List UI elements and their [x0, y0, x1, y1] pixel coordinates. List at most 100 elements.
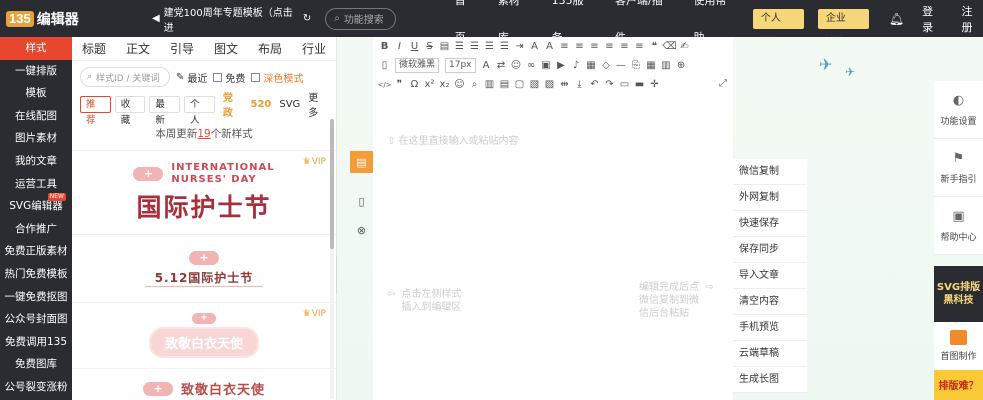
first-image-button[interactable]: 首图制作 [934, 322, 983, 370]
weekly-count[interactable]: 19 [197, 128, 210, 140]
layout-help-banner[interactable]: 排版难？ [934, 370, 983, 400]
text-direction-icon[interactable]: ⇄ [494, 60, 509, 71]
link-icon[interactable]: ∞ [524, 60, 539, 71]
tab-layout[interactable]: 布局 [248, 40, 292, 57]
filter-svg[interactable]: SVG [279, 99, 300, 110]
html-icon[interactable]: </> [377, 81, 392, 89]
layers-icon[interactable]: ▧ [527, 79, 542, 90]
tab-image-text[interactable]: 图文 [204, 40, 248, 57]
personal-vip-button[interactable]: 个人VIP [752, 8, 804, 44]
refresh-icon[interactable]: ↻ [303, 13, 311, 24]
quote-mark-icon[interactable]: ❞ [392, 79, 407, 90]
function-search[interactable]: ⌕ 功能搜索 [325, 7, 396, 30]
letter-spacing-icon[interactable]: ≡ [632, 41, 647, 52]
paragraph-icon[interactable]: ≡ [572, 41, 587, 52]
move-icon[interactable]: ✛ [647, 79, 662, 90]
sidebar-item-templates[interactable]: 模板 [0, 82, 72, 105]
style-card[interactable]: ♛ VIP + INTERNATIONAL NURSES' DAY 国际护士节 [72, 151, 336, 235]
sidebar-item-hot-templates[interactable]: 热门免费模板 [0, 263, 72, 286]
emoticon-icon[interactable]: ☺ [452, 79, 467, 90]
zoom-icon[interactable]: ⊕ [674, 60, 689, 71]
search-replace-icon[interactable]: ⌕ [467, 79, 482, 90]
dark-mode-checkbox[interactable]: 深色模式 [251, 70, 303, 85]
recent-button[interactable]: ✎ 最近 [176, 70, 207, 85]
filter-recommended[interactable]: 推荐 [80, 95, 111, 126]
tab-title[interactable]: 标题 [72, 40, 116, 57]
format-icon[interactable]: ▤ [437, 41, 452, 52]
clear-content-button[interactable]: 清空内容 [733, 289, 807, 315]
clear-format-icon[interactable]: ⌫ [662, 41, 677, 52]
sidebar-item-partnership[interactable]: 合作推广 [0, 218, 72, 241]
style-scrollbar[interactable] [330, 119, 334, 399]
format-painter-icon[interactable]: ✍ [677, 41, 692, 52]
document-icon[interactable]: ▯ [377, 60, 392, 71]
tab-guide[interactable]: 引导 [160, 40, 204, 57]
columns-icon[interactable]: ▥ [482, 79, 497, 90]
superscript-icon[interactable]: x² [422, 79, 437, 90]
sidebar-item-styles[interactable]: 样式 [0, 37, 72, 60]
font-color-icon[interactable]: A [527, 41, 542, 52]
align-left-icon[interactable]: ☰ [452, 41, 467, 52]
sidebar-item-my-articles[interactable]: 我的文章 [0, 150, 72, 173]
sidebar-item-online-images[interactable]: 在线配图 [0, 105, 72, 128]
select-all-icon[interactable]: ▭ [617, 79, 632, 90]
underline-icon[interactable]: U [407, 41, 422, 52]
sidebar-item-free-materials[interactable]: 免费正版素材 [0, 240, 72, 263]
font-size-select[interactable]: 17px [445, 58, 476, 73]
function-settings-button[interactable]: ◐ 功能设置 [934, 81, 983, 139]
document-icon[interactable]: ▤ [350, 151, 373, 173]
italic-icon[interactable]: I [392, 41, 407, 52]
align-right-icon[interactable]: ☰ [482, 41, 497, 52]
list-icon[interactable]: ≡ [587, 41, 602, 52]
external-copy-button[interactable]: 外网复制 [733, 185, 807, 211]
scrollbar-thumb[interactable] [330, 119, 334, 249]
audio-icon[interactable]: ♪ [569, 60, 584, 71]
filter-party[interactable]: 党政 [223, 89, 243, 119]
long-image-button[interactable]: 生成长图 [733, 367, 807, 393]
indent-icon[interactable]: ⇥ [512, 41, 527, 52]
import-article-button[interactable]: 导入文章 [733, 263, 807, 289]
login-link[interactable]: 登录 [922, 3, 943, 35]
quick-save-button[interactable]: 快速保存 [733, 211, 807, 237]
sidebar-item-cover-image[interactable]: 公众号封面图 [0, 308, 72, 331]
template-icon[interactable]: ▥ [659, 60, 674, 71]
ordered-list-icon[interactable]: ≡ [602, 41, 617, 52]
divider-icon[interactable]: — [614, 60, 629, 71]
insert-icon[interactable]: ⤓ [572, 79, 587, 90]
sidebar-item-one-click-layout[interactable]: 一键排版 [0, 60, 72, 83]
bg-color-icon[interactable]: A [542, 41, 557, 52]
case-icon[interactable]: A [479, 60, 494, 71]
sidebar-item-image-materials[interactable]: 图片素材 [0, 127, 72, 150]
bold-icon[interactable]: B [377, 41, 392, 52]
subscript-icon[interactable]: x₂ [437, 79, 452, 90]
tab-industry[interactable]: 行业 [292, 40, 336, 57]
emoji-icon[interactable]: ☺ [509, 60, 524, 71]
grid-icon[interactable]: ▦ [644, 60, 659, 71]
symbol-icon[interactable]: Ω [407, 79, 422, 90]
image-icon[interactable]: ▣ [539, 60, 554, 71]
register-link[interactable]: 注册 [962, 3, 983, 35]
file-icon[interactable]: ▯ [350, 190, 373, 212]
attach-icon[interactable]: ⎘ [629, 60, 644, 71]
sidebar-item-svg-editor[interactable]: SVG编辑器 NEW [0, 193, 72, 218]
filter-520[interactable]: 520 [250, 99, 271, 110]
close-circle-icon[interactable]: ⊗ [350, 219, 373, 241]
save-sync-button[interactable]: 保存同步 [733, 237, 807, 263]
bell-icon[interactable]: 🔔︎ [889, 12, 904, 26]
style-card[interactable]: + 致敬白衣天使 [72, 369, 336, 400]
delete-icon[interactable]: ▬ [632, 79, 647, 90]
beginner-guide-button[interactable]: ⚑ 新手指引 [934, 139, 983, 197]
svg-promo-banner[interactable]: SVG排版 黑科技 [934, 266, 983, 322]
redo-icon[interactable]: ↷ [602, 79, 617, 90]
strikethrough-icon[interactable]: S [422, 41, 437, 52]
sidebar-item-fan-growth[interactable]: 公号裂变涨粉 [0, 376, 72, 399]
style-search-input[interactable]: ⌕ 样式ID / 关键词 [80, 67, 170, 87]
mobile-preview-button[interactable]: 手机预览 [733, 315, 807, 341]
sidebar-item-free-call[interactable]: 免费调用135 [0, 331, 72, 354]
fullscreen-icon[interactable]: ⤢ [719, 78, 727, 89]
align-center-icon[interactable]: ☰ [467, 41, 482, 52]
filter-latest[interactable]: 最新 [149, 95, 181, 126]
logo[interactable]: 135 编辑器 [0, 0, 88, 37]
style-card[interactable]: ♛ VIP + 致敬白衣天使 [72, 303, 336, 369]
enterprise-vip-button[interactable]: 企业VIP [817, 8, 869, 44]
